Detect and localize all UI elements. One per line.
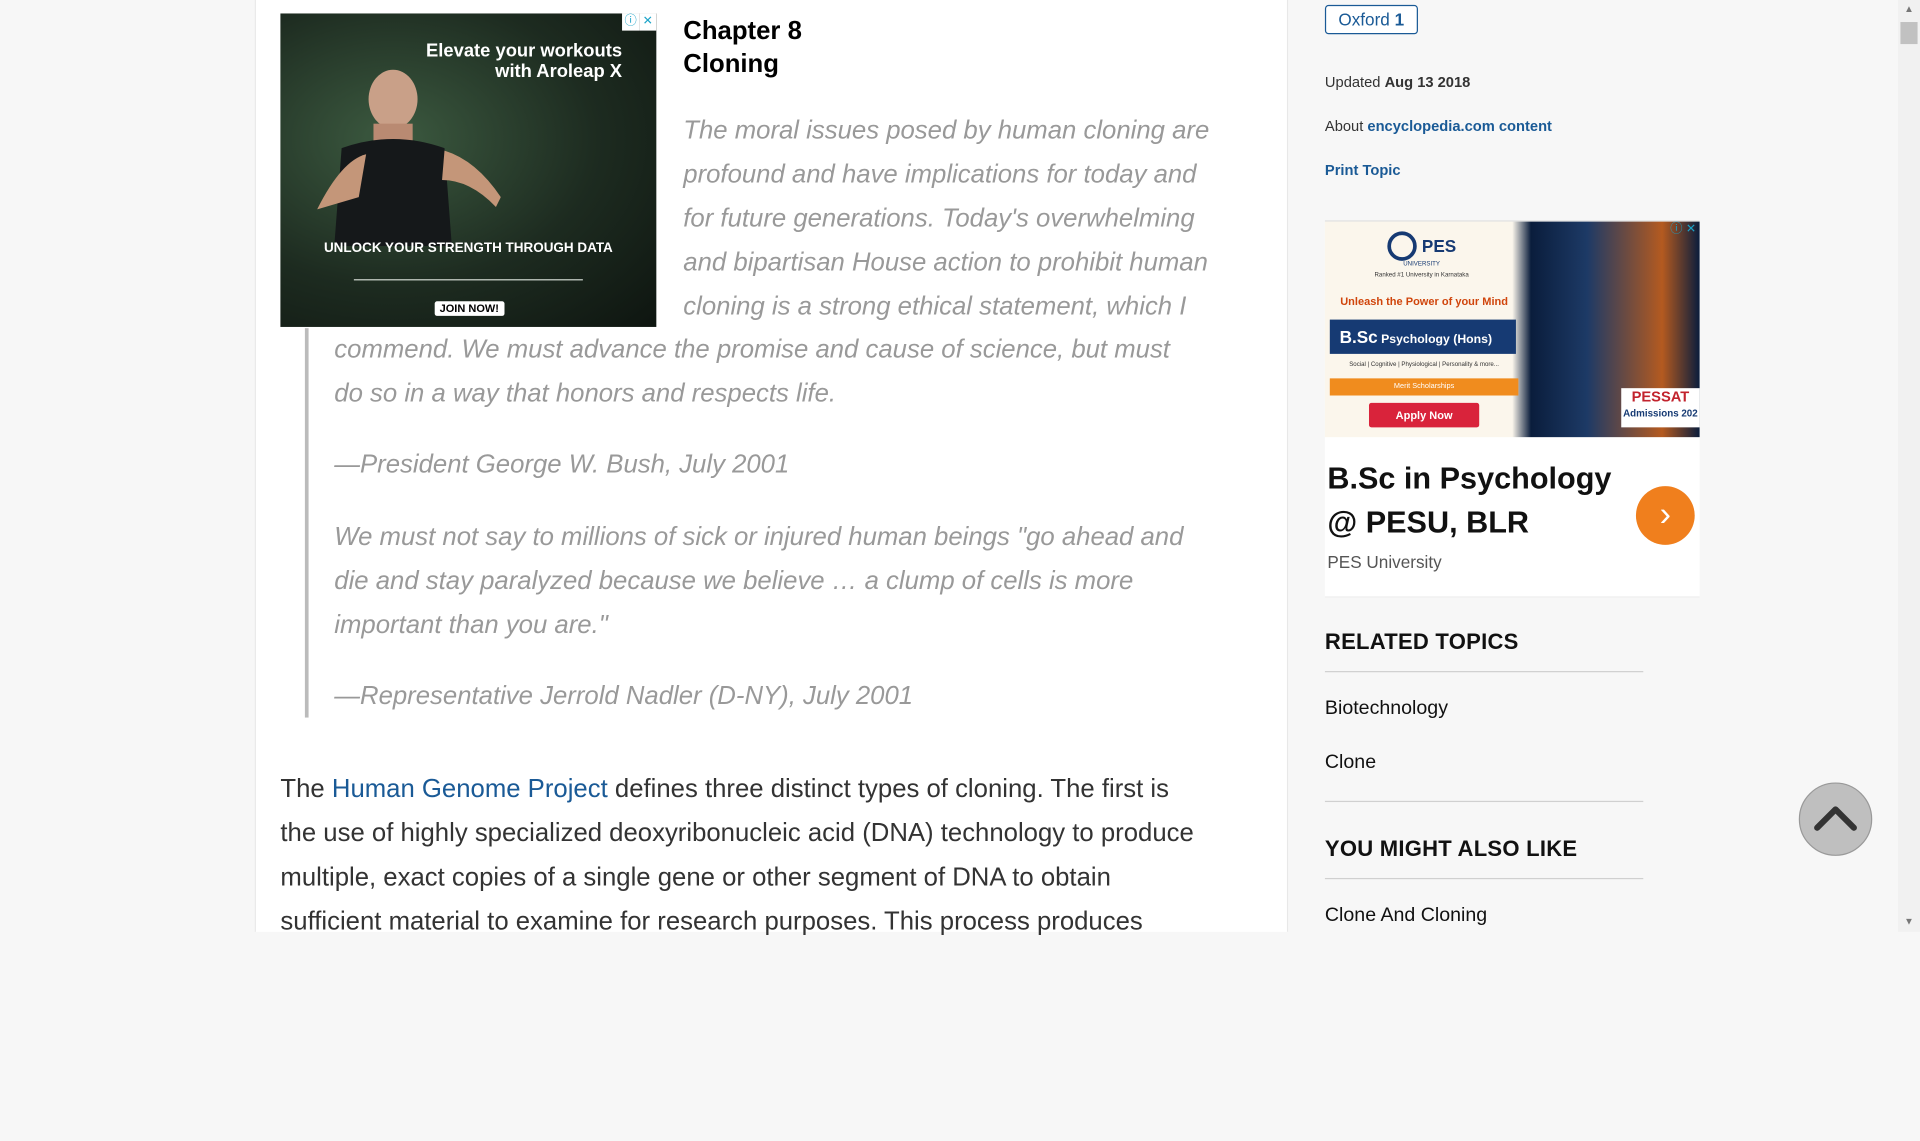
epigraph-line: for future generations. Today's overwhel… [683,204,1195,233]
back-to-top-button[interactable] [1798,782,1873,856]
body-text: defines three distinct types of cloning.… [614,775,1169,804]
epigraph-line: do so in a way that honors and respects … [334,379,837,408]
about-content-link[interactable]: encyclopedia.com content [1367,118,1552,135]
advertisement-pes[interactable]: PES UNIVERSITY Ranked #1 University in K… [1324,220,1700,598]
ad-program: B.Sc Psychology (Hons) [1329,319,1516,354]
chapter-heading: Chapter 8 Cloning [683,15,802,81]
vertical-scrollbar[interactable]: ▲ ▼ [1897,0,1920,932]
epigraph-line: commend. We must advance the promise and… [334,335,1170,364]
epigraph-line: We must not say to millions of sick or i… [334,522,1184,552]
ad-title[interactable]: B.Sc in Psychology @ PESU, BLR [1327,457,1621,545]
ad-university-name: PES [1421,236,1457,256]
epigraph-1-wrapped: The moral issues posed by human cloning … [683,109,1259,329]
epigraph-2-attribution: —Representative Jerrold Nadler (D-NY), J… [334,682,914,711]
ad-title-line: @ PESU, BLR [1327,505,1530,541]
divider [1324,877,1644,880]
epigraph-line: die and stay paralyzed because we believ… [334,566,1134,596]
pes-logo-icon [1387,231,1417,261]
scroll-up-arrow-icon[interactable]: ▲ [1898,0,1920,20]
ad-pessat-badge: PESSAT Admissions 202 [1621,388,1700,428]
related-topic-biotechnology[interactable]: Biotechnology [1325,698,1448,720]
body-line: The Human Genome Project defines three d… [280,768,1272,812]
body-line: multiple, exact copies of a single gene … [280,863,1111,892]
body-line: the use of highly specialized deoxyribon… [280,819,1194,848]
chapter-number: Chapter 8 [683,17,802,46]
ad-admissions: Admissions 202 [1623,407,1698,419]
source-badge-oxford[interactable]: Oxford 1 [1324,4,1418,35]
ad-pessat: PESSAT [1631,388,1690,406]
body-text: The [280,775,325,804]
print-topic: Print Topic [1325,162,1401,179]
body-line: sufficient material to examine for resea… [280,907,1143,936]
related-topics-heading: RELATED TOPICS [1324,629,1519,654]
adchoices-icon[interactable]: ⓘ [622,13,640,31]
about-info: About encyclopedia.com content [1325,118,1552,135]
blockquote-bar [304,328,309,718]
chevron-up-icon [1814,806,1857,831]
ad-title-line: B.Sc in Psychology [1327,461,1612,496]
related-topic-clone[interactable]: Clone [1325,752,1376,774]
ad-join-button[interactable]: JOIN NOW! [434,301,504,316]
epigraph-line: The moral issues posed by human cloning … [683,116,1210,145]
ad-person-image [317,69,501,247]
advertisement-aroleap[interactable]: Elevate your workouts with Aroleap X UNL… [280,13,657,327]
ad-program-bold: B.Sc [1339,326,1378,347]
also-like-heading: YOU MIGHT ALSO LIKE [1324,836,1578,861]
ad-source: PES University [1327,552,1442,572]
ad-close-icon[interactable]: ✕ [1682,222,1699,239]
scroll-down-arrow-icon[interactable]: ▼ [1898,912,1920,932]
ad-divider [353,279,583,281]
also-like-clone-and-cloning[interactable]: Clone And Cloning [1325,905,1487,927]
epigraph-line: important than you are." [334,611,608,640]
ad-university-sub: UNIVERSITY [1403,260,1441,269]
about-label: About [1324,117,1364,135]
source-count: 1 [1394,9,1405,30]
epigraph-1-attribution: —President George W. Bush, July 2001 [334,450,790,479]
divider [1324,800,1644,803]
article-body: The Human Genome Project defines three d… [280,768,1272,944]
updated-label: Updated [1324,73,1381,91]
updated-date: Aug 13 2018 [1384,73,1471,91]
page: Elevate your workouts with Aroleap X UNL… [0,0,1920,1141]
ad-ranked: Ranked #1 University in Karnataka [1374,271,1469,280]
ad-headline: Elevate your workouts with Aroleap X [426,40,623,83]
epigraph-2: We must not say to millions of sick or i… [334,516,1265,648]
chevron-right-icon[interactable]: › [1635,486,1695,545]
source-name: Oxford [1338,9,1390,30]
ad-unleash: Unleash the Power of your Mind [1340,295,1508,308]
updated-info: Updated Aug 13 2018 [1325,73,1470,90]
ad-banner-image: PES UNIVERSITY Ranked #1 University in K… [1324,221,1700,438]
print-topic-link[interactable]: Print Topic [1325,162,1401,179]
epigraph-1-full: commend. We must advance the promise and… [334,328,1265,416]
ad-apply-button[interactable]: Apply Now [1368,402,1480,428]
ad-merit: Merit Scholarships [1329,378,1519,396]
epigraph-line: cloning is a strong ethical statement, w… [683,292,1187,321]
chapter-title: Cloning [683,50,779,79]
ad-close-icon[interactable]: ✕ [639,13,657,31]
epigraph-line: and bipartisan House action to prohibit … [683,248,1208,277]
ad-areas: Social | Cognitive | Physiological | Per… [1349,361,1499,369]
human-genome-project-link[interactable]: Human Genome Project [332,775,608,803]
ad-university-logo: PES UNIVERSITY Ranked #1 University in K… [1330,231,1514,279]
divider [1324,671,1644,673]
ad-program-rest: Psychology (Hons) [1377,333,1493,347]
epigraph-line: profound and have implications for today… [683,160,1197,189]
scrollbar-thumb[interactable] [1900,22,1918,45]
ad-tagline: UNLOCK YOUR STRENGTH THROUGH DATA [323,241,613,256]
